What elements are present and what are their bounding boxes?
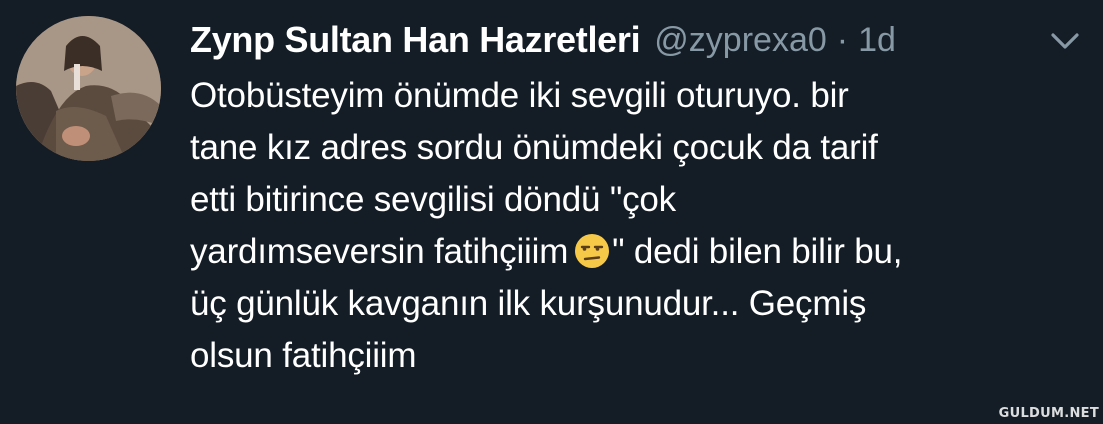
- chevron-down-icon[interactable]: [1047, 26, 1083, 56]
- tweet-text-line-with-emoji: yardımseversin fatihçiiim " dedi bilen b…: [190, 226, 1090, 278]
- tweet-header: Zynp Sultan Han Hazretleri @zyprexa0 · 1…: [190, 14, 896, 66]
- tweet-text-segment: yardımseversin fatihçiiim: [190, 232, 569, 271]
- tweet-text: Otobüsteyim önümde iki sevgili oturuyo. …: [190, 70, 1090, 382]
- tweet: Zynp Sultan Han Hazretleri @zyprexa0 · 1…: [0, 0, 1103, 424]
- site-watermark: GULDUM.NET: [998, 406, 1099, 421]
- author-display-name[interactable]: Zynp Sultan Han Hazretleri: [190, 19, 641, 61]
- unamused-face-icon: [574, 233, 610, 269]
- tweet-text-line: tane kız adres sordu önümdeki çocuk da t…: [190, 128, 878, 167]
- tweet-text-segment: " dedi bilen bilir bu,: [612, 232, 903, 271]
- author-handle[interactable]: @zyprexa0: [654, 21, 826, 60]
- timestamp[interactable]: 1d: [858, 21, 896, 60]
- avatar-photo: [16, 16, 161, 161]
- tweet-text-line: üç günlük kavganın ilk kurşunudur... Geç…: [190, 284, 867, 323]
- tweet-text-line: olsun fatihçiiim: [190, 336, 417, 375]
- tweet-text-line: Otobüsteyim önümde iki sevgili oturuyo. …: [190, 76, 849, 115]
- header-separator: ·: [836, 20, 849, 59]
- tweet-text-line: etti bitirince sevgilisi döndü "çok: [190, 180, 676, 219]
- avatar[interactable]: [16, 16, 161, 161]
